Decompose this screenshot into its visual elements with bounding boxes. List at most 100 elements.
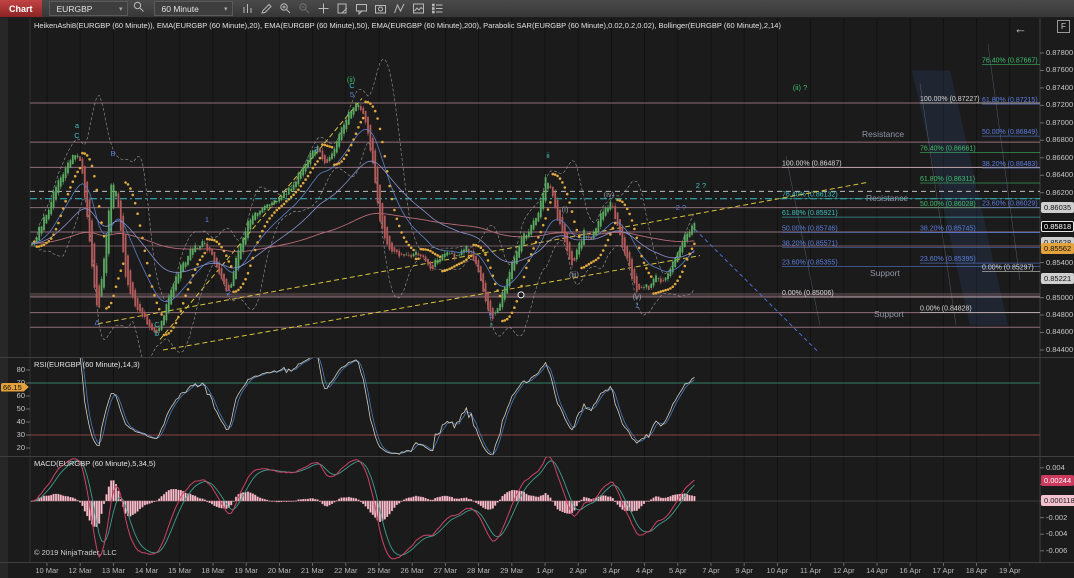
candle-body <box>619 219 621 235</box>
candle-body <box>50 202 52 214</box>
macd-histogram-bar <box>674 495 676 501</box>
candle-body <box>127 255 129 285</box>
sar-dot <box>225 254 228 257</box>
sar-dot <box>686 258 689 261</box>
chart-properties-icon[interactable] <box>411 2 427 15</box>
macd-histogram-bar <box>485 501 487 509</box>
date-tick-label: 26 Mar <box>395 566 429 575</box>
macd-histogram-bar <box>451 497 453 501</box>
candle-body <box>353 107 355 115</box>
zoom-out-icon[interactable] <box>297 2 313 15</box>
sar-dot <box>412 249 415 252</box>
price-tick-label: 0.86800 <box>1046 136 1073 144</box>
candle-body <box>257 213 259 217</box>
sar-dot <box>297 189 300 192</box>
macd-histogram-bar <box>317 500 319 501</box>
sar-dot <box>439 255 442 258</box>
snapshot-icon[interactable] <box>373 2 389 15</box>
candle-body <box>427 259 429 265</box>
candle-body <box>569 242 571 259</box>
chart-trader-icon[interactable] <box>335 2 351 15</box>
date-tick-label: 16 Apr <box>893 566 927 575</box>
candle-body <box>401 254 403 255</box>
macd-histogram-bar <box>271 501 273 502</box>
sar-dot <box>662 290 665 293</box>
interval-select[interactable]: 60 Minute ▾ <box>154 1 233 16</box>
sar-dot <box>405 241 408 244</box>
zoom-in-icon[interactable] <box>278 2 294 15</box>
macd-histogram-bar <box>202 499 204 501</box>
sar-dot <box>52 233 55 236</box>
macd-histogram-bar <box>163 494 165 501</box>
candle-body <box>439 259 441 262</box>
candle-body <box>41 227 43 234</box>
sar-dot <box>84 152 87 155</box>
macd-histogram-bar <box>149 501 151 504</box>
candle-body <box>96 266 98 305</box>
candle-body <box>636 276 638 292</box>
chart-canvas[interactable]: 100.00% (0.86487)76.40% (0.86132)61.80% … <box>0 0 1074 578</box>
drawing-tools-icon[interactable] <box>259 2 275 15</box>
sar-dot <box>415 258 418 261</box>
sar-dot <box>292 193 295 196</box>
candle-body <box>499 304 501 311</box>
sar-dot <box>316 160 319 163</box>
instrument-select[interactable]: EURGBP ▾ <box>49 1 128 16</box>
candle-body <box>386 227 388 245</box>
candle-body <box>271 203 273 206</box>
candle-body <box>610 202 612 210</box>
sar-dot <box>45 242 48 245</box>
sar-dot <box>655 292 658 295</box>
macd-histogram-bar <box>434 498 436 501</box>
candle-body <box>55 187 57 200</box>
candle-body <box>367 117 369 134</box>
candle-body <box>487 292 489 310</box>
crosshair-icon[interactable] <box>316 2 332 15</box>
rsi-tick-label: 20 <box>8 444 25 452</box>
sar-dot <box>410 247 413 250</box>
sar-dot <box>88 158 91 161</box>
data-series-icon[interactable] <box>430 2 446 15</box>
zigzag-line-icon[interactable] <box>392 2 408 15</box>
candle-body <box>533 220 535 229</box>
macd-histogram-bar <box>346 498 348 501</box>
sar-dot <box>261 230 264 233</box>
sar-dot <box>79 167 82 170</box>
macd-histogram-bar <box>509 491 511 501</box>
search-icon-slot <box>128 0 147 18</box>
candle-body <box>360 106 362 110</box>
macd-histogram-bar <box>367 501 369 509</box>
candle-body <box>612 206 614 207</box>
chart-style-icon[interactable] <box>240 2 256 15</box>
candle-body <box>408 255 410 256</box>
macd-histogram-bar <box>216 501 218 507</box>
candle-body <box>115 191 117 197</box>
candle-body <box>233 272 235 286</box>
tab-chart[interactable]: Chart <box>0 0 42 17</box>
back-arrow-icon[interactable]: ← <box>1014 21 1027 36</box>
macd-histogram-bar <box>413 497 415 501</box>
candle-body <box>305 164 307 171</box>
macd-histogram-bar <box>257 497 259 501</box>
search-icon[interactable] <box>131 0 147 13</box>
axis-fixed-scale-button[interactable]: F <box>1057 20 1070 33</box>
wave-label: (ii) ? <box>793 83 808 92</box>
candle-body <box>521 237 523 251</box>
sar-dot <box>206 238 209 241</box>
sar-dot <box>276 209 279 212</box>
candle-body <box>264 206 266 210</box>
sar-dot <box>621 201 624 204</box>
sar-dot <box>585 264 588 267</box>
macd-histogram-bar <box>490 501 492 509</box>
candle-body <box>341 127 343 140</box>
macd-histogram-bar <box>562 501 564 512</box>
macd-histogram-bar <box>578 501 580 502</box>
rsi-tick-label: 50 <box>8 405 25 413</box>
sar-dot <box>612 227 615 230</box>
date-tick-label: 13 Mar <box>96 566 130 575</box>
macd-histogram-bar <box>430 500 432 501</box>
sar-dot <box>379 128 382 131</box>
alert-callout-icon[interactable] <box>354 2 370 15</box>
sar-dot <box>48 240 51 243</box>
sar-dot <box>38 245 41 248</box>
